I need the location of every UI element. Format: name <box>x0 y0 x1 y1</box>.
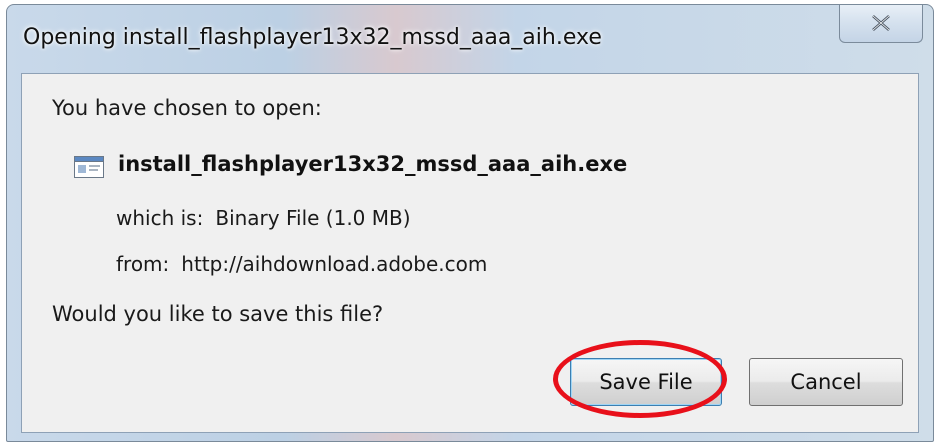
file-source-value: http://aihdownload.adobe.com <box>181 252 488 276</box>
file-name: install_flashplayer13x32_mssd_aaa_aih.ex… <box>118 152 628 176</box>
save-file-button[interactable]: Save File <box>570 358 722 406</box>
file-type-value: Binary File (1.0 MB) <box>215 206 411 230</box>
download-dialog-window: Opening install_flashplayer13x32_mssd_aa… <box>6 4 934 442</box>
cancel-button[interactable]: Cancel <box>749 358 903 406</box>
dialog-content: You have chosen to open: install_flashpl… <box>21 73 919 433</box>
open-prompt-text: You have chosen to open: <box>52 96 322 120</box>
window-title: Opening install_flashplayer13x32_mssd_aa… <box>23 25 602 50</box>
executable-file-icon <box>74 156 104 178</box>
file-source-row: from: http://aihdownload.adobe.com <box>116 252 487 276</box>
close-x-icon <box>870 14 892 32</box>
file-type-label: which is: <box>116 206 204 230</box>
file-type-row: which is: Binary File (1.0 MB) <box>116 206 411 230</box>
save-question-text: Would you like to save this file? <box>52 302 384 326</box>
close-button[interactable] <box>839 5 923 43</box>
title-bar[interactable]: Opening install_flashplayer13x32_mssd_aa… <box>7 5 933 77</box>
file-source-label: from: <box>116 252 170 276</box>
